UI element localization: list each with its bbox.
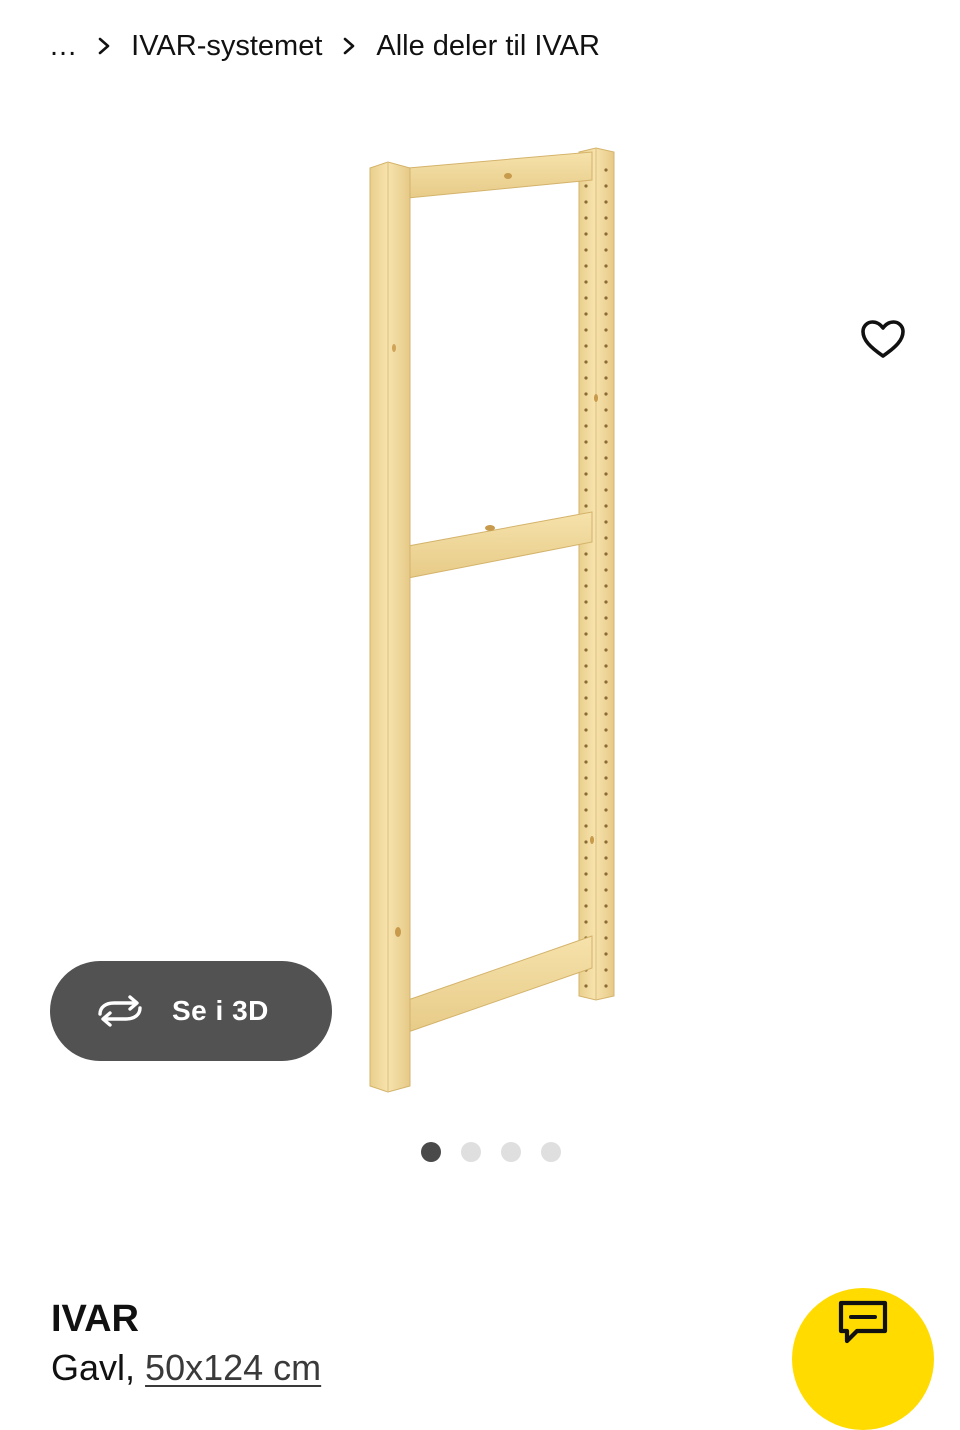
carousel-pagination xyxy=(0,1142,960,1162)
carousel-dot[interactable] xyxy=(421,1142,441,1162)
product-type: Gavl, xyxy=(51,1347,136,1388)
favorite-button[interactable] xyxy=(850,306,916,372)
product-info: IVAR Gavl, 50x124 cm xyxy=(51,1296,321,1392)
product-size-link[interactable]: 50x124 cm xyxy=(145,1347,321,1388)
chevron-right-icon xyxy=(77,37,131,55)
product-description: Gavl, 50x124 cm xyxy=(51,1344,321,1392)
product-name: IVAR xyxy=(51,1298,139,1340)
carousel-dot[interactable] xyxy=(501,1142,521,1162)
product-image[interactable] xyxy=(330,140,650,1100)
heart-outline-icon xyxy=(861,320,905,358)
view-in-3d-button[interactable]: Se i 3D xyxy=(50,961,332,1061)
rotate-3d-icon xyxy=(94,994,146,1028)
chat-button[interactable] xyxy=(792,1288,934,1430)
chevron-right-icon xyxy=(322,37,376,55)
breadcrumb-item-more[interactable]: ... xyxy=(50,30,77,63)
carousel-dot[interactable] xyxy=(461,1142,481,1162)
breadcrumb-item-ivar-systemet[interactable]: IVAR-systemet xyxy=(131,30,322,63)
carousel-dot[interactable] xyxy=(541,1142,561,1162)
view-in-3d-label: Se i 3D xyxy=(172,995,269,1026)
chat-bubble-icon xyxy=(838,1300,888,1344)
breadcrumb: ... IVAR-systemet Alle deler til IVAR xyxy=(50,22,600,70)
breadcrumb-item-alle-deler[interactable]: Alle deler til IVAR xyxy=(376,30,600,63)
